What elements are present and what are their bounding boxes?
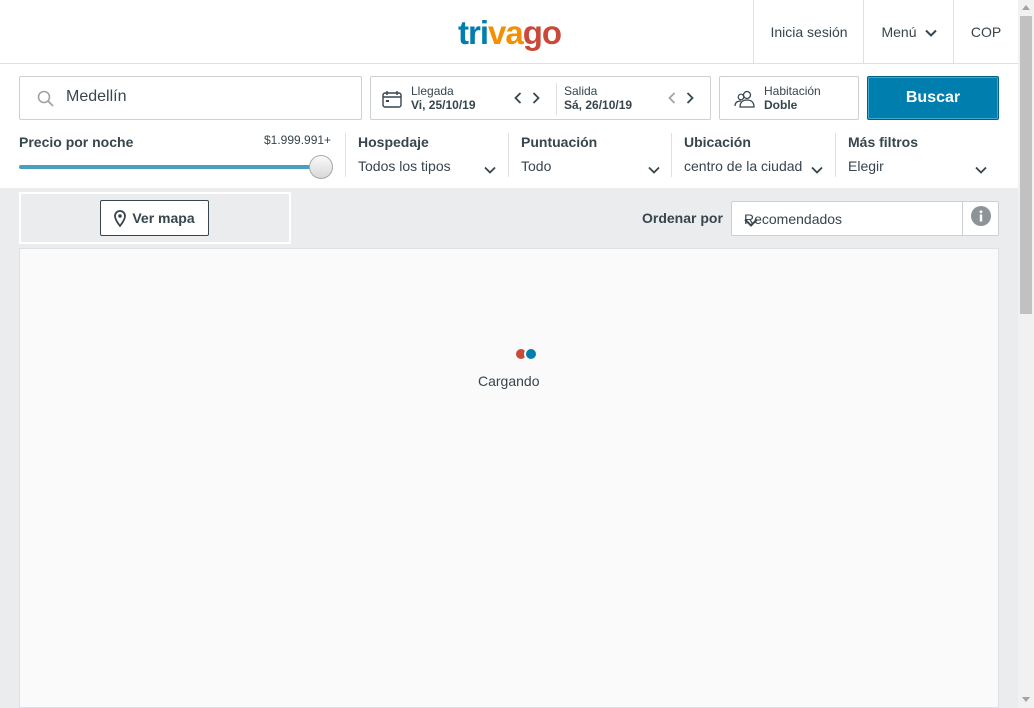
lodging-filter-select[interactable]: Todos los tipos <box>358 158 451 174</box>
lodging-filter-label: Hospedaje <box>358 134 429 150</box>
top-header: trivago Inicia sesión Menú COP <box>0 0 1018 64</box>
room-label: Habitación <box>764 84 821 98</box>
map-pin-icon <box>114 209 127 227</box>
rating-filter-label: Puntuación <box>521 134 598 150</box>
results-area <box>19 248 999 708</box>
chevron-down-icon[interactable] <box>811 161 823 179</box>
loading-spinner-icon <box>516 348 536 360</box>
chevron-down-icon <box>924 24 937 40</box>
destination-field[interactable] <box>19 76 362 120</box>
checkout-label: Salida <box>564 84 598 98</box>
chevron-down-icon[interactable] <box>975 161 987 179</box>
price-max-label: $1.999.991+ <box>264 133 332 147</box>
checkin-prev-icon[interactable] <box>512 91 524 105</box>
price-slider-handle[interactable] <box>309 155 333 179</box>
loading-text: Cargando <box>478 373 540 389</box>
more-filters-label: Más filtros <box>848 134 919 150</box>
scrollbar-thumb[interactable] <box>1020 16 1032 314</box>
location-filter-label: Ubicación <box>684 134 751 150</box>
scroll-up-icon[interactable] <box>1022 5 1030 10</box>
sort-info-button[interactable] <box>962 201 999 236</box>
currency-selector[interactable]: COP <box>953 0 1018 63</box>
menu-button[interactable]: Menú <box>863 0 954 63</box>
search-button[interactable]: Buscar <box>867 76 999 120</box>
login-link[interactable]: Inicia sesión <box>753 0 864 63</box>
location-filter-select[interactable]: centro de la ciudad <box>684 158 802 174</box>
price-slider-track[interactable] <box>19 165 319 169</box>
room-value: Doble <box>764 98 798 112</box>
calendar-icon <box>382 90 402 113</box>
filter-divider <box>508 133 509 177</box>
guests-icon <box>734 90 756 113</box>
dates-divider <box>556 83 557 115</box>
filter-divider <box>835 133 836 177</box>
filter-divider <box>671 133 672 177</box>
scroll-down-icon[interactable] <box>1022 697 1030 702</box>
price-filter-label: Precio por noche <box>19 134 134 150</box>
filter-divider <box>345 133 346 177</box>
trivago-logo[interactable]: trivago <box>458 14 562 52</box>
view-map-button[interactable]: Ver mapa <box>100 200 209 236</box>
room-field[interactable]: Habitación Doble <box>719 76 859 120</box>
sort-select[interactable]: Recomendados <box>731 201 963 236</box>
checkin-next-icon[interactable] <box>530 91 542 105</box>
chevron-down-icon[interactable] <box>484 161 496 179</box>
search-icon <box>37 90 55 113</box>
checkout-prev-icon[interactable] <box>666 91 678 105</box>
info-icon <box>970 206 991 231</box>
page-scrollbar[interactable] <box>1018 0 1034 708</box>
checkin-label: Llegada <box>411 84 454 98</box>
search-panel: Llegada Vi, 25/10/19 Salida Sá, 26/10/19… <box>0 64 1018 188</box>
chevron-down-icon[interactable] <box>648 161 660 179</box>
rating-filter-select[interactable]: Todo <box>521 158 551 174</box>
dates-field[interactable]: Llegada Vi, 25/10/19 Salida Sá, 26/10/19 <box>370 76 711 120</box>
checkout-value: Sá, 26/10/19 <box>564 98 633 112</box>
checkout-next-icon[interactable] <box>684 91 696 105</box>
chevron-down-icon <box>744 214 950 230</box>
more-filters-select[interactable]: Elegir <box>848 158 884 174</box>
checkin-value: Vi, 25/10/19 <box>411 98 476 112</box>
sort-label: Ordenar por <box>642 210 723 226</box>
destination-input[interactable] <box>66 88 346 106</box>
